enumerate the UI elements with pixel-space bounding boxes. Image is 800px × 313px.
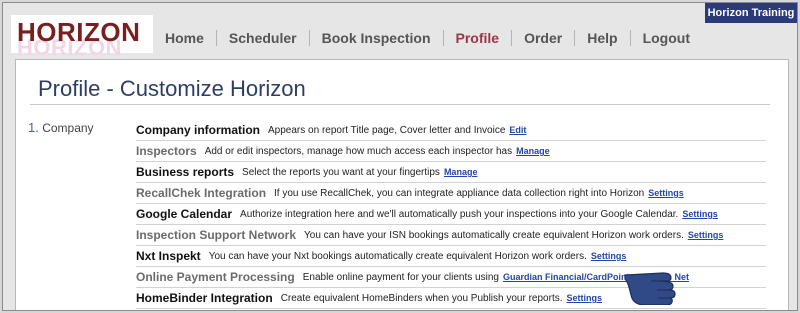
step-company[interactable]: 1. Company: [28, 120, 94, 135]
row-inspection-support-network: Inspection Support Network You can have …: [136, 225, 766, 246]
edit-link[interactable]: Edit: [509, 125, 526, 135]
page-title: Profile - Customize Horizon: [38, 76, 306, 101]
row-recallchek-integration: RecallChek Integration If you use Recall…: [136, 183, 766, 204]
nav-book-inspection[interactable]: Book Inspection: [310, 30, 444, 46]
settings-link[interactable]: Settings: [688, 230, 724, 240]
main-nav: Home Scheduler Book Inspection Profile O…: [153, 23, 702, 53]
row-description: Appears on report Title page, Cover lett…: [268, 124, 506, 136]
row-description: If you use RecallChek, you can integrate…: [274, 187, 645, 199]
logo-text: HORIZON: [17, 17, 141, 47]
row-nxt-inspekt: Nxt Inspekt You can have your Nxt bookin…: [136, 246, 766, 267]
row-name: Google Calendar: [136, 207, 233, 221]
row-description: Create equivalent HomeBinders when you P…: [280, 292, 563, 304]
row-name: Nxt Inspekt: [136, 249, 201, 263]
settings-link[interactable]: Settings: [591, 251, 627, 261]
row-description: You can have your Nxt bookings automatic…: [208, 250, 587, 262]
row-description: Enable online payment for your clients u…: [302, 271, 499, 283]
app-window: HORIZON HORIZON Horizon Training Home Sc…: [2, 2, 798, 311]
nav-scheduler[interactable]: Scheduler: [217, 30, 310, 46]
nav-order[interactable]: Order: [512, 30, 576, 46]
settings-link[interactable]: Settings: [648, 188, 684, 198]
step-label: Company: [42, 121, 94, 135]
row-name: Inspectors: [136, 144, 197, 158]
row-company-information: Company information Appears on report Ti…: [136, 120, 766, 141]
nav-logout[interactable]: Logout: [631, 30, 702, 46]
row-description: Authorize integration here and we'll aut…: [240, 208, 679, 220]
nav-home[interactable]: Home: [153, 30, 217, 46]
horizon-logo[interactable]: HORIZON HORIZON: [11, 15, 153, 60]
row-description: You can have your ISN bookings automatic…: [304, 229, 684, 241]
manage-link[interactable]: Manage: [444, 167, 478, 177]
pointing-hand-icon: [624, 272, 676, 305]
manage-link[interactable]: Manage: [516, 146, 550, 156]
step-number: 1.: [28, 120, 39, 135]
row-description: Add or edit inspectors, manage how much …: [204, 145, 513, 157]
row-inspectors: Inspectors Add or edit inspectors, manag…: [136, 141, 766, 162]
row-google-calendar: Google Calendar Authorize integration he…: [136, 204, 766, 225]
nav-profile[interactable]: Profile: [444, 30, 513, 46]
row-business-reports: Business reports Select the reports you …: [136, 162, 766, 183]
nav-help[interactable]: Help: [575, 30, 631, 46]
training-badge: Horizon Training: [705, 3, 797, 23]
settings-link[interactable]: Settings: [682, 209, 718, 219]
row-name: Online Payment Processing: [136, 270, 295, 284]
row-description: Select the reports you want at your fing…: [242, 166, 440, 178]
title-divider: [30, 104, 770, 105]
row-name: Inspection Support Network: [136, 228, 297, 242]
settings-link[interactable]: Settings: [567, 293, 603, 303]
row-name: RecallChek Integration: [136, 186, 267, 200]
row-name: HomeBinder Integration: [136, 291, 273, 305]
row-name: Business reports: [136, 165, 235, 179]
row-name: Company information: [136, 123, 261, 137]
